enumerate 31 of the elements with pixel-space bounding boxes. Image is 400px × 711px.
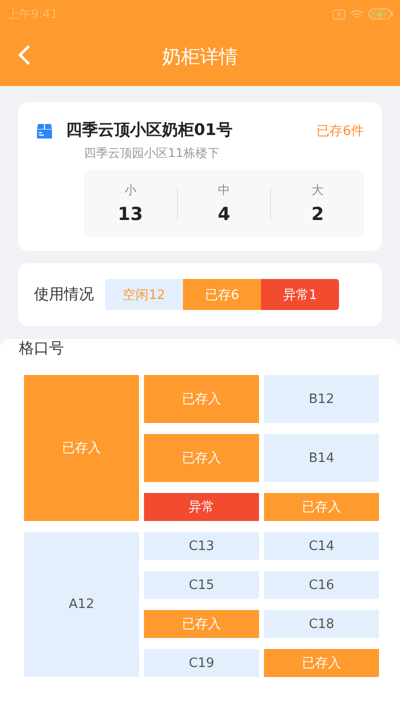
size-count: 13: [118, 204, 143, 225]
wifi-icon: [350, 8, 364, 20]
slot-cell[interactable]: A12: [24, 532, 139, 677]
stored-count: 已存6件: [316, 122, 364, 140]
usage-label: 使用情况: [34, 285, 94, 304]
slot-cell[interactable]: C19: [144, 649, 259, 677]
size-label: 小: [124, 182, 136, 199]
usage-segment: 已存6: [183, 279, 261, 310]
slot-cell[interactable]: C16: [264, 571, 379, 599]
size-label: 中: [218, 182, 230, 199]
slot-cell[interactable]: C15: [144, 571, 259, 599]
battery-icon: [368, 8, 394, 20]
sim-icon: [332, 8, 346, 20]
section-title: 格口号: [19, 339, 65, 359]
slot-cell[interactable]: 异常: [144, 493, 259, 521]
status-time: 上午9:41: [7, 6, 58, 22]
usage-segment: 空闲12: [105, 279, 183, 310]
slot-cell[interactable]: B12: [264, 375, 379, 423]
back-icon[interactable]: [17, 44, 31, 66]
slot-cell[interactable]: C13: [144, 532, 259, 560]
size-count: 4: [218, 204, 230, 225]
usage-segment: 异常1: [261, 279, 339, 310]
slot-cell[interactable]: B14: [264, 434, 379, 482]
size-label: 大: [312, 182, 324, 199]
slot-cell[interactable]: C18: [264, 610, 379, 638]
size-count: 2: [311, 204, 324, 225]
cabinet-icon: [36, 122, 53, 138]
page-title: 奶柜详情: [162, 45, 238, 70]
cabinet-address: 四季云顶园小区11栋楼下: [84, 145, 220, 162]
cabinet-name: 四季云顶小区奶柜01号: [66, 120, 234, 141]
slot-cell[interactable]: C14: [264, 532, 379, 560]
